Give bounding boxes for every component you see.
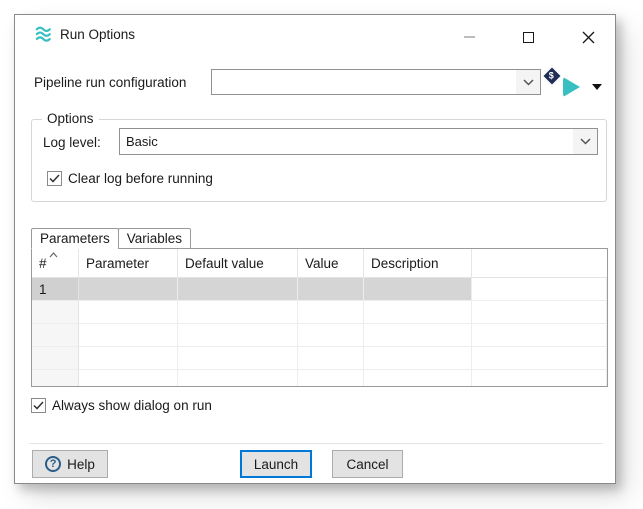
- value-cell[interactable]: [298, 301, 364, 323]
- always-show-label: Always show dialog on run: [52, 398, 212, 413]
- always-show-checkbox-row: Always show dialog on run: [31, 398, 212, 413]
- minimize-button[interactable]: [457, 26, 481, 48]
- column-header-value[interactable]: Value: [298, 249, 364, 277]
- help-icon: ?: [45, 456, 61, 472]
- parameter-cell[interactable]: [79, 324, 178, 346]
- clear-log-checkbox[interactable]: [47, 171, 62, 186]
- maximize-button[interactable]: [516, 26, 540, 48]
- filler-cell: [472, 324, 607, 346]
- hop-logo-icon: [35, 26, 53, 43]
- log-level-label: Log level:: [43, 135, 101, 150]
- variable-diamond-icon: $: [544, 68, 561, 85]
- row-number-cell[interactable]: 1: [32, 278, 79, 300]
- pipeline-config-combo[interactable]: [211, 69, 541, 95]
- table-header-row: # Parameter Default value Value Descript…: [32, 249, 607, 278]
- description-cell[interactable]: [364, 324, 472, 346]
- description-cell[interactable]: [364, 278, 472, 300]
- table-row[interactable]: 1: [32, 278, 607, 301]
- button-separator: [29, 443, 603, 444]
- launch-button[interactable]: Launch: [240, 450, 312, 478]
- parameter-cell[interactable]: [79, 347, 178, 369]
- parameter-cell[interactable]: [79, 278, 178, 300]
- log-level-combo[interactable]: Basic: [119, 128, 598, 155]
- checkmark-icon: [33, 401, 44, 410]
- value-cell[interactable]: [298, 278, 364, 300]
- close-icon: [582, 31, 595, 44]
- cancel-button-label: Cancel: [346, 457, 388, 472]
- row-number-cell[interactable]: [32, 370, 79, 387]
- value-cell[interactable]: [298, 370, 364, 387]
- titlebar: Run Options: [15, 15, 615, 53]
- close-button[interactable]: [576, 26, 600, 48]
- value-cell[interactable]: [298, 347, 364, 369]
- dropdown-caret-icon[interactable]: [592, 84, 602, 90]
- default-value-cell[interactable]: [178, 301, 298, 323]
- always-show-checkbox[interactable]: [31, 398, 46, 413]
- help-button-label: Help: [67, 457, 95, 472]
- parameter-cell[interactable]: [79, 370, 178, 387]
- description-cell[interactable]: [364, 347, 472, 369]
- chevron-down-icon: [523, 79, 534, 86]
- table-row[interactable]: [32, 324, 607, 347]
- checkmark-icon: [49, 174, 60, 183]
- default-value-cell[interactable]: [178, 347, 298, 369]
- value-cell[interactable]: [298, 324, 364, 346]
- default-value-cell[interactable]: [178, 324, 298, 346]
- description-cell[interactable]: [364, 370, 472, 387]
- filler-cell: [472, 278, 607, 300]
- default-value-cell[interactable]: [178, 278, 298, 300]
- dialog-title: Run Options: [60, 27, 135, 42]
- clear-log-label: Clear log before running: [68, 171, 213, 186]
- table-row[interactable]: [32, 370, 607, 387]
- log-level-dropdown-button[interactable]: [573, 129, 597, 154]
- filler-cell: [472, 347, 607, 369]
- sort-ascending-icon: [49, 252, 58, 258]
- maximize-icon: [523, 32, 534, 43]
- launch-button-label: Launch: [254, 457, 298, 472]
- clear-log-checkbox-row: Clear log before running: [47, 171, 213, 186]
- options-group-legend: Options: [42, 111, 99, 126]
- column-header-number[interactable]: #: [32, 249, 79, 277]
- column-header-description[interactable]: Description: [364, 249, 472, 277]
- chevron-down-icon: [580, 138, 591, 145]
- column-header-filler: [472, 249, 607, 277]
- filler-cell: [472, 301, 607, 323]
- tab-parameters[interactable]: Parameters: [31, 228, 119, 249]
- column-header-parameter[interactable]: Parameter: [79, 249, 178, 277]
- help-button[interactable]: ? Help: [32, 450, 108, 478]
- filler-cell: [472, 370, 607, 387]
- options-group: Options Log level: Basic Clear log befor…: [31, 119, 607, 202]
- description-cell[interactable]: [364, 301, 472, 323]
- minimize-icon: [464, 36, 475, 38]
- table-row[interactable]: [32, 301, 607, 324]
- run-options-dialog: Run Options Pipeline run configuration $…: [14, 14, 616, 484]
- run-play-icon[interactable]: [563, 77, 580, 97]
- cancel-button[interactable]: Cancel: [332, 450, 403, 478]
- parameters-table: # Parameter Default value Value Descript…: [31, 248, 608, 387]
- pipeline-config-label: Pipeline run configuration: [34, 75, 186, 90]
- row-number-cell[interactable]: [32, 301, 79, 323]
- pipeline-config-dropdown-button[interactable]: [516, 70, 540, 94]
- column-header-default-value[interactable]: Default value: [178, 249, 298, 277]
- tab-variables[interactable]: Variables: [118, 228, 191, 249]
- default-value-cell[interactable]: [178, 370, 298, 387]
- table-row[interactable]: [32, 347, 607, 370]
- parameter-cell[interactable]: [79, 301, 178, 323]
- tabstrip: Parameters Variables: [31, 228, 191, 248]
- row-number-cell[interactable]: [32, 347, 79, 369]
- log-level-value: Basic: [120, 134, 573, 149]
- row-number-cell[interactable]: [32, 324, 79, 346]
